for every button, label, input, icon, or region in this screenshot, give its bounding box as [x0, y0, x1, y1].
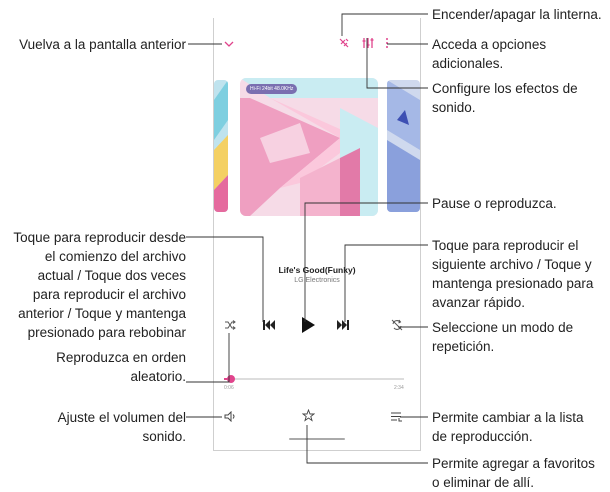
- callout-line: el comienzo del archivo: [44, 249, 186, 264]
- callout-line: aleatorio.: [130, 369, 186, 384]
- callout-line: para reproducir el archivo: [32, 287, 186, 302]
- callout-line: repetición.: [432, 339, 495, 354]
- callout-line: anterior / Toque y mantenga: [18, 306, 186, 321]
- callout-line: Ajuste el volumen del: [57, 410, 186, 425]
- callout-flashlight: Encender/apagar la linterna.: [432, 7, 602, 22]
- callout-favorites: Permite agregar a favoritos o eliminar d…: [432, 454, 595, 492]
- callout-line: presionado para rebobinar: [27, 325, 186, 340]
- callout-repeat: Seleccione un modo de repetición.: [432, 318, 573, 356]
- callout-line: Seleccione un modo de: [432, 320, 574, 335]
- callout-line: o eliminar de allí.: [432, 475, 535, 490]
- callout-pause: Pause o reproduzca.: [432, 196, 557, 211]
- callout-playlist: Permite cambiar a la lista de reproducci…: [432, 408, 584, 446]
- callout-line: Configure los efectos de: [432, 81, 578, 96]
- callout-shuffle: Reproduzca en orden aleatorio.: [6, 348, 186, 386]
- callout-line: adicionales.: [432, 56, 504, 71]
- callout-line: de reproducción.: [432, 429, 533, 444]
- callout-line: Reproduzca en orden: [56, 350, 186, 365]
- callout-line: Toque para reproducir desde: [13, 230, 186, 245]
- callout-sound-effects: Configure los efectos de sonido.: [432, 79, 578, 117]
- callout-previous: Toque para reproducir desde el comienzo …: [0, 228, 186, 342]
- callout-line: Permite agregar a favoritos: [432, 456, 595, 471]
- callout-line: Permite cambiar a la lista: [432, 410, 584, 425]
- callout-line: siguiente archivo / Toque y: [432, 257, 592, 272]
- callout-back: Vuelva a la pantalla anterior: [19, 37, 186, 52]
- callout-line: actual / Toque dos veces: [37, 268, 186, 283]
- callout-line: sonido.: [142, 429, 186, 444]
- callout-line: Toque para reproducir el: [432, 238, 579, 253]
- callout-options: Acceda a opciones adicionales.: [432, 35, 546, 73]
- callout-line: mantenga presionado para: [432, 276, 594, 291]
- callout-line: Acceda a opciones: [432, 37, 547, 52]
- callout-line: sonido.: [432, 100, 476, 115]
- callout-next: Toque para reproducir el siguiente archi…: [432, 236, 593, 312]
- callout-line: avanzar rápido.: [432, 295, 526, 310]
- callout-volume: Ajuste el volumen del sonido.: [6, 408, 186, 446]
